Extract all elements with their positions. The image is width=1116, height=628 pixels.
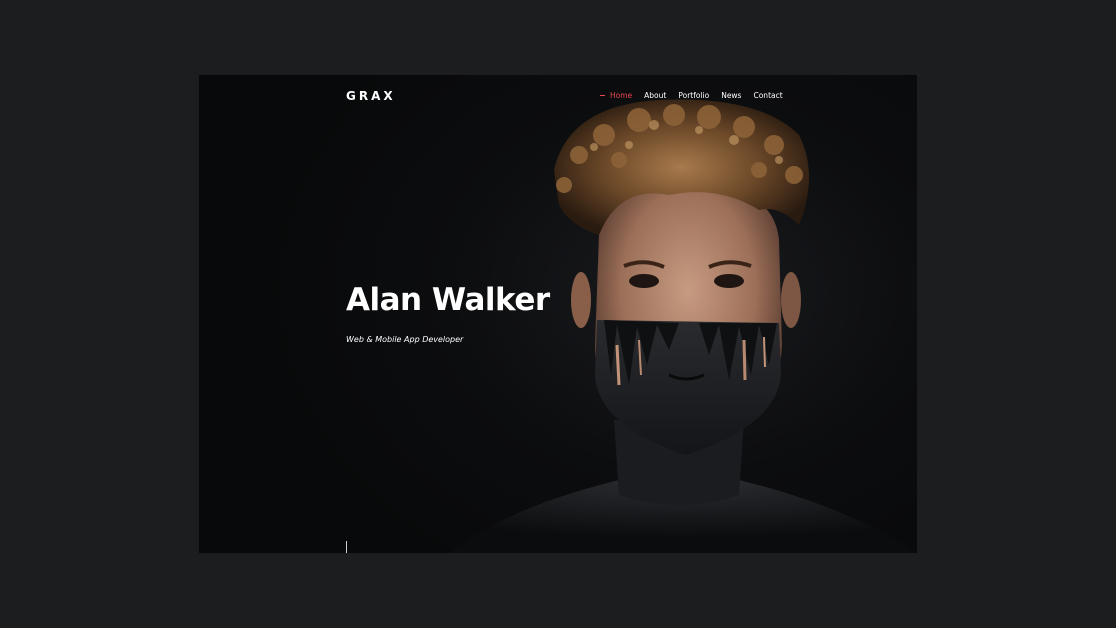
nav-news[interactable]: News [721,91,741,100]
website-frame: GRAX Home About Portfolio News Contact A… [199,75,917,553]
nav-contact[interactable]: Contact [753,91,782,100]
scroll-indicator[interactable] [346,541,347,553]
nav-home[interactable]: Home [610,91,632,100]
nav-menu: Home About Portfolio News Contact [600,91,783,100]
hero-name: Alan Walker [346,282,550,318]
top-navigation: GRAX Home About Portfolio News Contact [199,75,917,117]
hero-subtitle: Web & Mobile App Developer [346,335,464,344]
nav-about[interactable]: About [644,91,666,100]
active-indicator [600,95,605,96]
site-logo[interactable]: GRAX [346,89,396,103]
portrait-photo [449,99,917,553]
nav-portfolio[interactable]: Portfolio [678,91,709,100]
